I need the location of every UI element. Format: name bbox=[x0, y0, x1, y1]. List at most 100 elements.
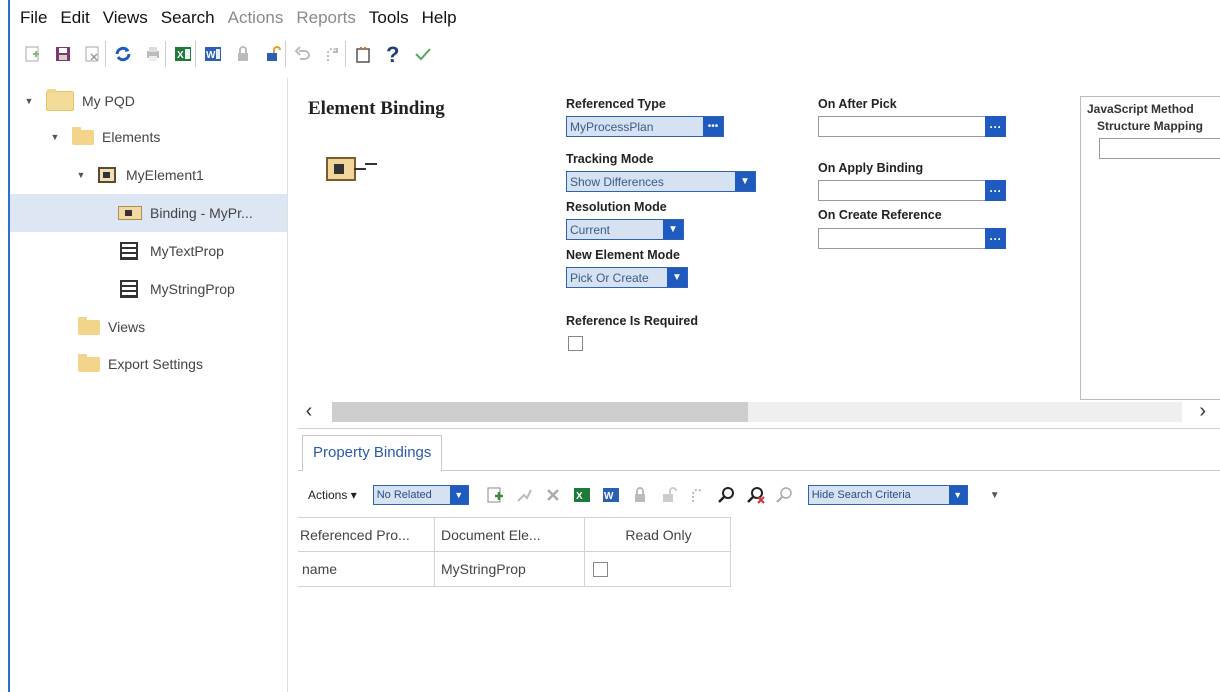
on-apply-binding-label: On Apply Binding bbox=[818, 161, 924, 175]
help-icon[interactable]: ? bbox=[380, 41, 406, 67]
menu-file[interactable]: File bbox=[20, 8, 47, 28]
tree-item-element1[interactable]: ▼ MyElement1 bbox=[76, 156, 204, 194]
check-icon[interactable] bbox=[410, 41, 436, 67]
column-header-read-only[interactable]: Read Only bbox=[585, 517, 731, 552]
add-row-icon[interactable] bbox=[483, 483, 507, 507]
more-options-icon[interactable]: ▼ bbox=[990, 490, 1000, 501]
chevron-down-icon[interactable]: ▼ bbox=[663, 220, 683, 239]
scroll-right-icon[interactable]: › bbox=[1199, 400, 1206, 423]
tracking-mode-select[interactable]: Show Differences ▼ bbox=[566, 171, 756, 192]
on-apply-binding-field[interactable]: ··· bbox=[818, 180, 1006, 201]
ellipsis-icon[interactable]: ··· bbox=[985, 180, 1006, 201]
tree-item-label: MyTextProp bbox=[150, 243, 224, 259]
cell-read-only[interactable] bbox=[585, 552, 731, 587]
unlock-icon[interactable] bbox=[260, 41, 286, 67]
clear-search-icon[interactable] bbox=[744, 483, 768, 507]
cell-referenced[interactable]: name bbox=[298, 552, 435, 587]
actions-menu[interactable]: Actions ▾ bbox=[308, 488, 357, 502]
referenced-type-label: Referenced Type bbox=[566, 97, 666, 111]
menu-search[interactable]: Search bbox=[161, 8, 215, 28]
svg-text:?: ? bbox=[386, 43, 399, 65]
menu-help[interactable]: Help bbox=[422, 8, 457, 28]
tree-item-elements[interactable]: ▼ Elements bbox=[50, 118, 160, 156]
bindings-grid: Referenced Pro... Document Ele... Read O… bbox=[298, 517, 731, 587]
chevron-down-icon[interactable]: ▼ bbox=[735, 172, 755, 191]
tree-item-stringprop[interactable]: MyStringProp bbox=[120, 270, 235, 308]
menu-edit[interactable]: Edit bbox=[60, 8, 89, 28]
tree-item-label: Binding - MyPr... bbox=[150, 205, 253, 221]
resolution-mode-select[interactable]: Current ▼ bbox=[566, 219, 684, 240]
resolution-mode-value: Current bbox=[570, 222, 611, 237]
grid-header-row: Referenced Pro... Document Ele... Read O… bbox=[298, 517, 731, 552]
javascript-method-panel: JavaScript Method Structure Mapping bbox=[1080, 96, 1220, 400]
chevron-down-icon[interactable]: ▼ bbox=[948, 486, 967, 504]
read-only-checkbox[interactable] bbox=[593, 561, 608, 577]
menu-tools[interactable]: Tools bbox=[369, 8, 409, 28]
tree-item-views[interactable]: Views bbox=[78, 308, 145, 346]
column-header-document[interactable]: Document Ele... bbox=[435, 517, 585, 552]
word-icon[interactable]: W bbox=[599, 483, 623, 507]
navigation-tree: ▼ My PQD ▼ Elements ▼ MyElement1 Binding… bbox=[10, 78, 288, 692]
lock-icon[interactable] bbox=[628, 483, 652, 507]
excel-icon[interactable]: X bbox=[170, 41, 196, 67]
on-after-pick-label: On After Pick bbox=[818, 97, 897, 111]
menu-reports[interactable]: Reports bbox=[296, 8, 356, 28]
on-create-reference-field[interactable]: ··· bbox=[818, 228, 1006, 249]
scroll-thumb[interactable] bbox=[332, 402, 748, 422]
folder-icon bbox=[72, 126, 94, 145]
referenced-type-value: MyProcessPlan bbox=[570, 119, 654, 134]
delete-icon[interactable] bbox=[541, 483, 565, 507]
chevron-down-icon[interactable]: ▼ bbox=[449, 486, 468, 504]
tree-item-root[interactable]: ▼ My PQD bbox=[24, 82, 135, 120]
collapse-caret-icon[interactable]: ▼ bbox=[76, 170, 86, 180]
tree-item-label: My PQD bbox=[82, 93, 135, 109]
column-header-referenced[interactable]: Referenced Pro... bbox=[298, 517, 435, 552]
on-create-reference-label: On Create Reference bbox=[818, 208, 942, 222]
unlock-icon[interactable] bbox=[657, 483, 681, 507]
ellipsis-icon[interactable]: ··· bbox=[985, 116, 1006, 137]
tree-item-label: Views bbox=[108, 319, 146, 335]
structure-mapping-field[interactable] bbox=[1099, 138, 1220, 159]
search-icon[interactable] bbox=[715, 483, 739, 507]
new-icon[interactable] bbox=[20, 41, 46, 67]
ellipsis-icon[interactable]: ••• bbox=[703, 117, 723, 136]
chevron-down-icon[interactable]: ▼ bbox=[667, 268, 687, 287]
tree-item-textprop[interactable]: MyTextProp bbox=[120, 232, 224, 270]
menu-actions[interactable]: Actions bbox=[228, 8, 284, 28]
ellipsis-icon[interactable]: ··· bbox=[985, 228, 1006, 249]
related-filter-select[interactable]: No Related ▼ bbox=[372, 485, 469, 505]
tree-item-label: MyStringProp bbox=[150, 281, 235, 297]
table-row[interactable]: name MyStringProp bbox=[298, 552, 731, 587]
menu-views[interactable]: Views bbox=[103, 8, 148, 28]
print-icon[interactable] bbox=[140, 41, 166, 67]
pick-icon[interactable] bbox=[512, 483, 536, 507]
refresh-icon[interactable] bbox=[110, 41, 136, 67]
new-element-mode-select[interactable]: Pick Or Create ▼ bbox=[566, 267, 688, 288]
property-icon bbox=[120, 242, 138, 260]
tab-property-bindings[interactable]: Property Bindings bbox=[302, 435, 443, 471]
collapse-caret-icon[interactable]: ▼ bbox=[24, 96, 34, 106]
redo-icon[interactable] bbox=[320, 41, 346, 67]
horizontal-scrollbar[interactable]: ‹ › bbox=[298, 398, 1220, 426]
excel-icon[interactable]: X bbox=[570, 483, 594, 507]
search-criteria-select[interactable]: Hide Search Criteria ▼ bbox=[807, 485, 968, 505]
collapse-caret-icon[interactable]: ▼ bbox=[50, 132, 60, 142]
referenced-type-field[interactable]: MyProcessPlan ••• bbox=[566, 116, 724, 137]
cancel-icon[interactable] bbox=[80, 41, 106, 67]
advanced-search-icon[interactable] bbox=[773, 483, 797, 507]
cell-document[interactable]: MyStringProp bbox=[435, 552, 585, 587]
scroll-left-icon[interactable]: ‹ bbox=[298, 400, 320, 423]
property-bindings-panel: Property Bindings Actions ▾ No Related ▼… bbox=[298, 428, 1220, 692]
tree-item-binding[interactable]: Binding - MyPr... bbox=[10, 194, 287, 232]
javascript-method-label: JavaScript Method bbox=[1087, 102, 1194, 116]
tree-item-export-settings[interactable]: Export Settings bbox=[78, 345, 203, 383]
reference-required-checkbox[interactable] bbox=[568, 336, 583, 351]
undo-icon[interactable] bbox=[290, 41, 316, 67]
save-icon[interactable] bbox=[50, 41, 76, 67]
lock-icon[interactable] bbox=[230, 41, 256, 67]
redo-icon[interactable] bbox=[686, 483, 710, 507]
tag-icon[interactable] bbox=[350, 41, 376, 67]
word-icon[interactable]: W bbox=[200, 41, 226, 67]
search-criteria-value: Hide Search Criteria bbox=[811, 489, 911, 501]
on-after-pick-field[interactable]: ··· bbox=[818, 116, 1006, 137]
